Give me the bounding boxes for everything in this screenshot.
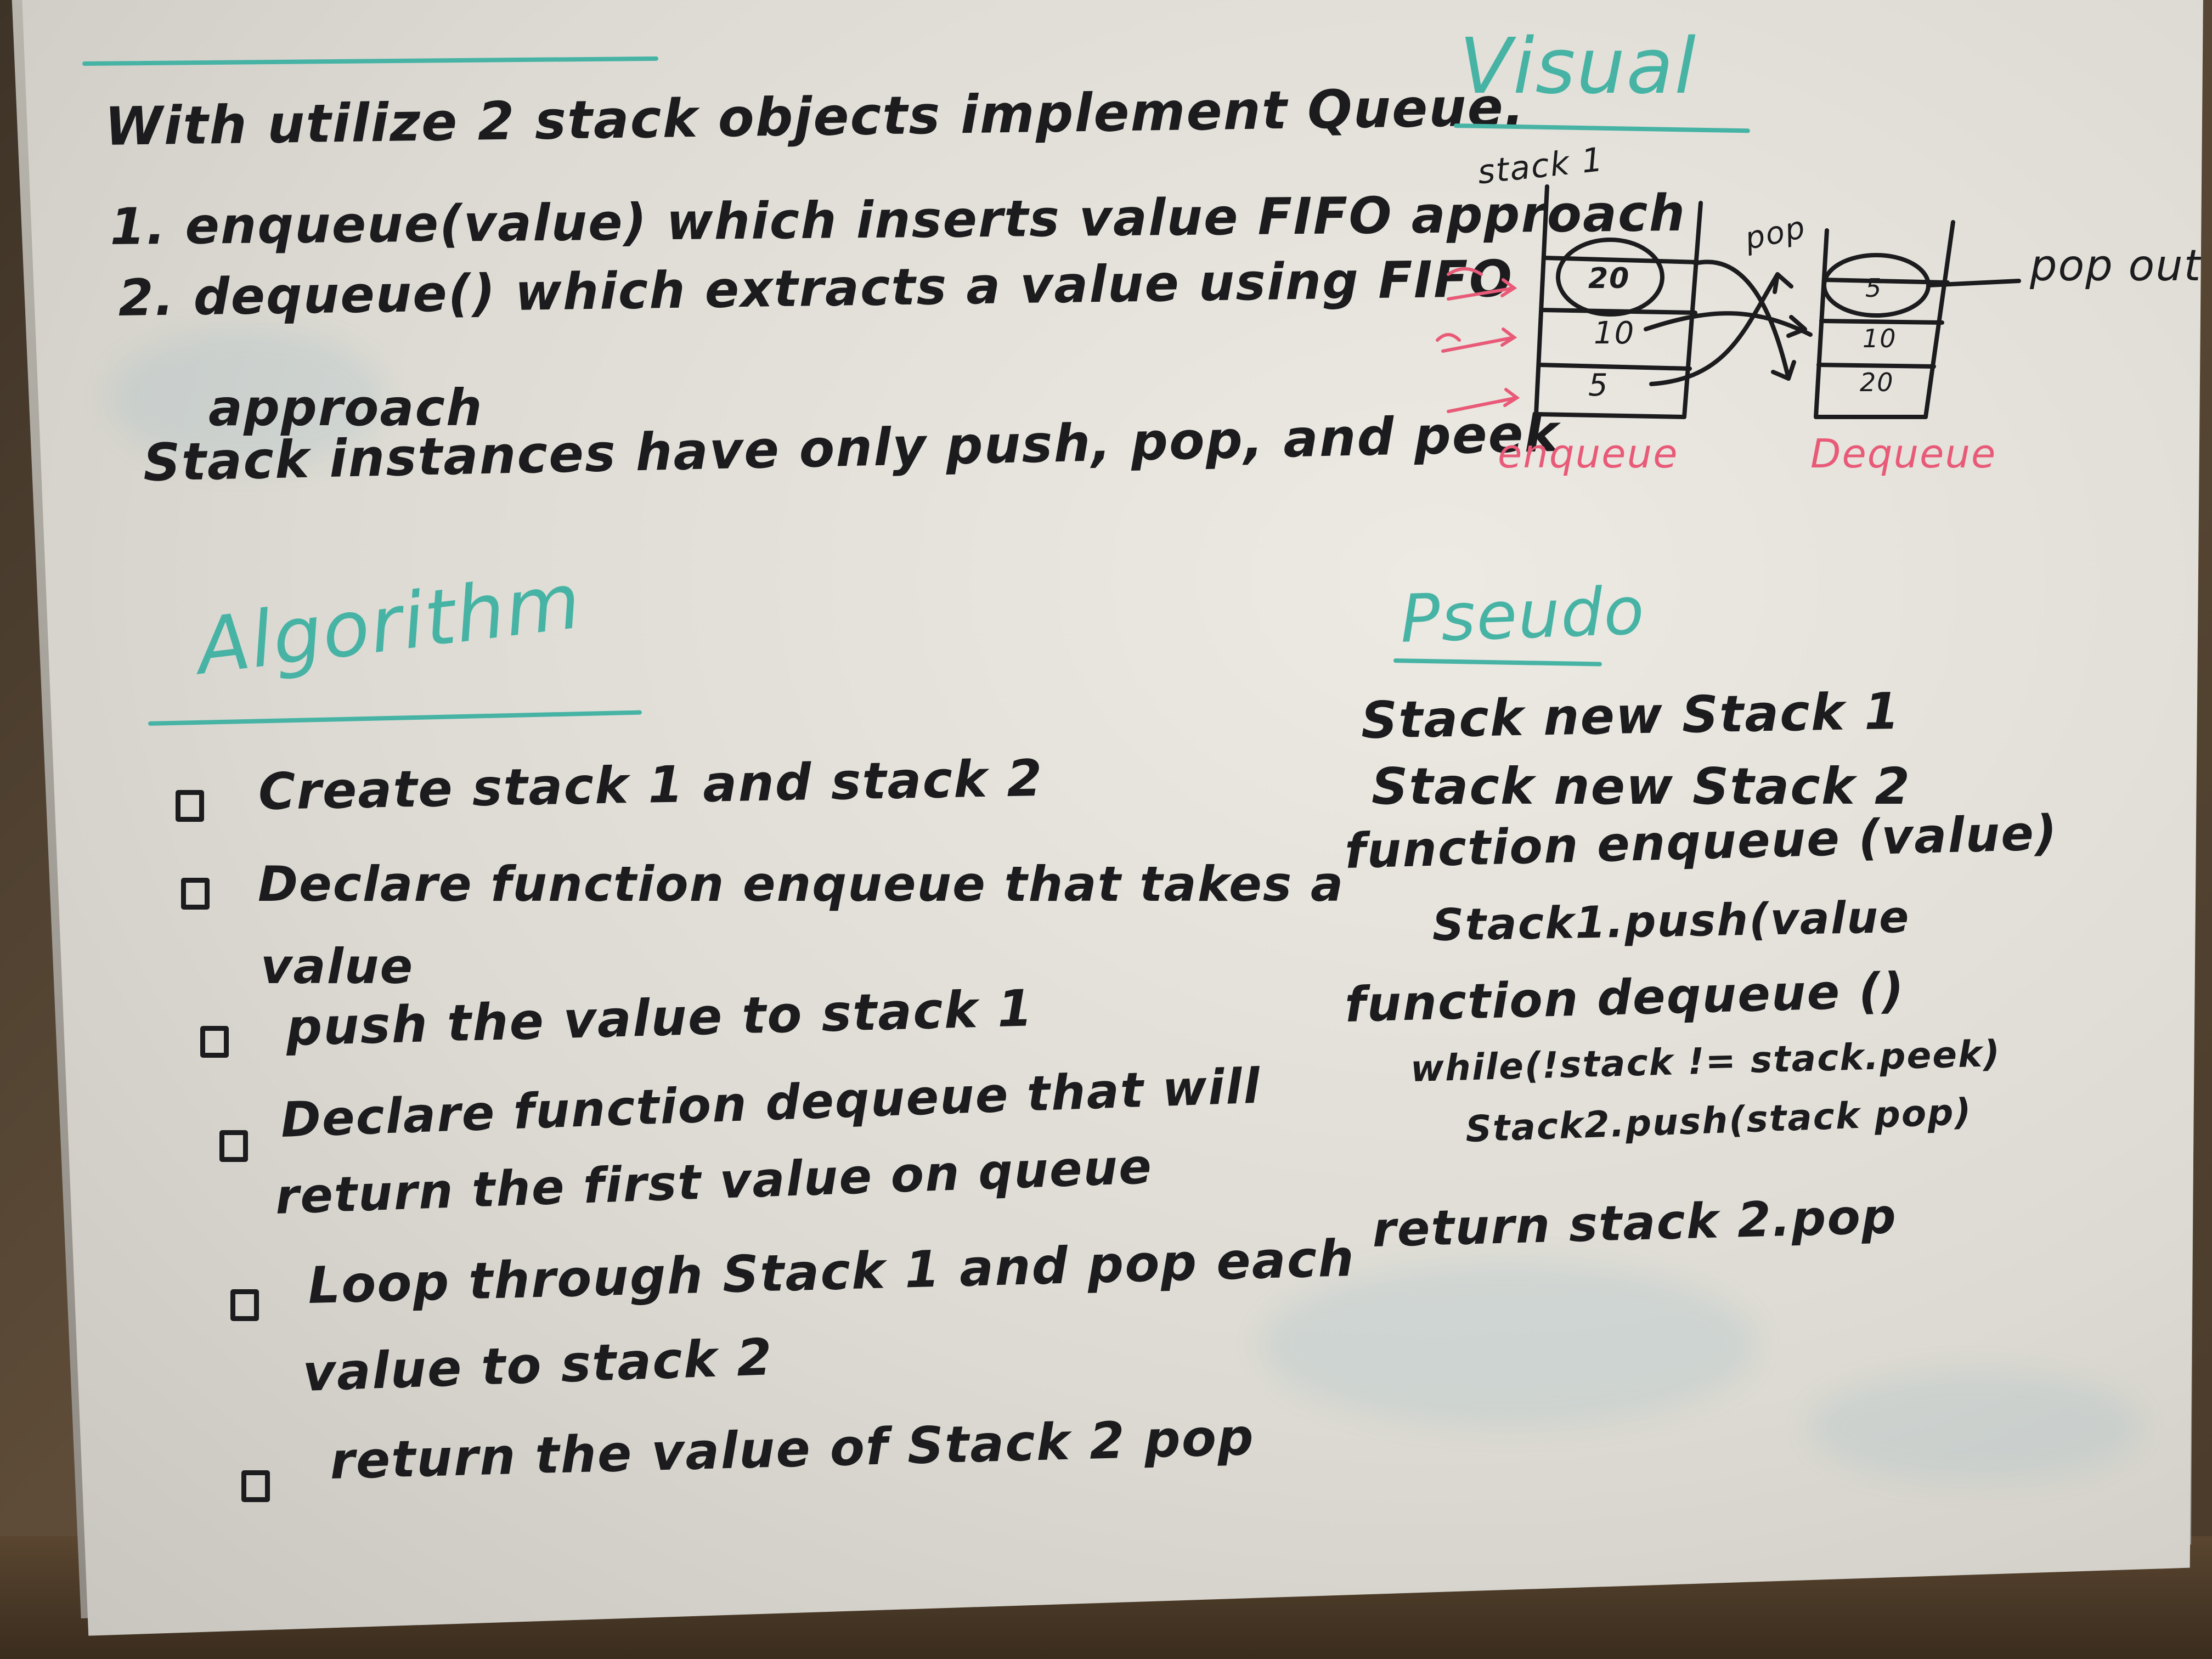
algorithm-step-2: Declare function enqueue that takes a	[258, 856, 1345, 912]
step-checkbox-2[interactable]	[181, 878, 210, 910]
stack1-value-middle: 10	[1594, 315, 1635, 351]
step-checkbox-1[interactable]	[176, 790, 204, 822]
pseudo-line-2: Stack new Stack 2	[1372, 757, 1911, 816]
stack2-value-middle: 10	[1863, 324, 1897, 353]
step-checkbox-6[interactable]	[241, 1470, 270, 1502]
stack2-value-top: 5	[1865, 273, 1883, 303]
step-checkbox-4[interactable]	[219, 1130, 248, 1162]
step-checkbox-3[interactable]	[200, 1026, 229, 1058]
algorithm-step-2-cont: value	[261, 938, 414, 995]
stack1-value-top: 20	[1588, 262, 1630, 295]
whiteboard: With utilize 2 stack objects implement Q…	[22, 0, 2203, 1636]
stack1-value-bottom: 5	[1588, 368, 1609, 403]
pseudo-heading: Pseudo	[1399, 573, 1646, 658]
pop-out-label: pop out	[2030, 241, 2202, 291]
enqueue-label: enqueue	[1498, 431, 1679, 477]
dequeue-label: Dequeue	[1810, 431, 1997, 477]
pseudo-line-4: Stack1.push(value	[1432, 891, 1911, 951]
stack2-value-bottom: 20	[1860, 368, 1894, 397]
step-checkbox-5[interactable]	[230, 1289, 259, 1321]
pseudo-line-1: Stack new Stack 1	[1361, 681, 1901, 750]
